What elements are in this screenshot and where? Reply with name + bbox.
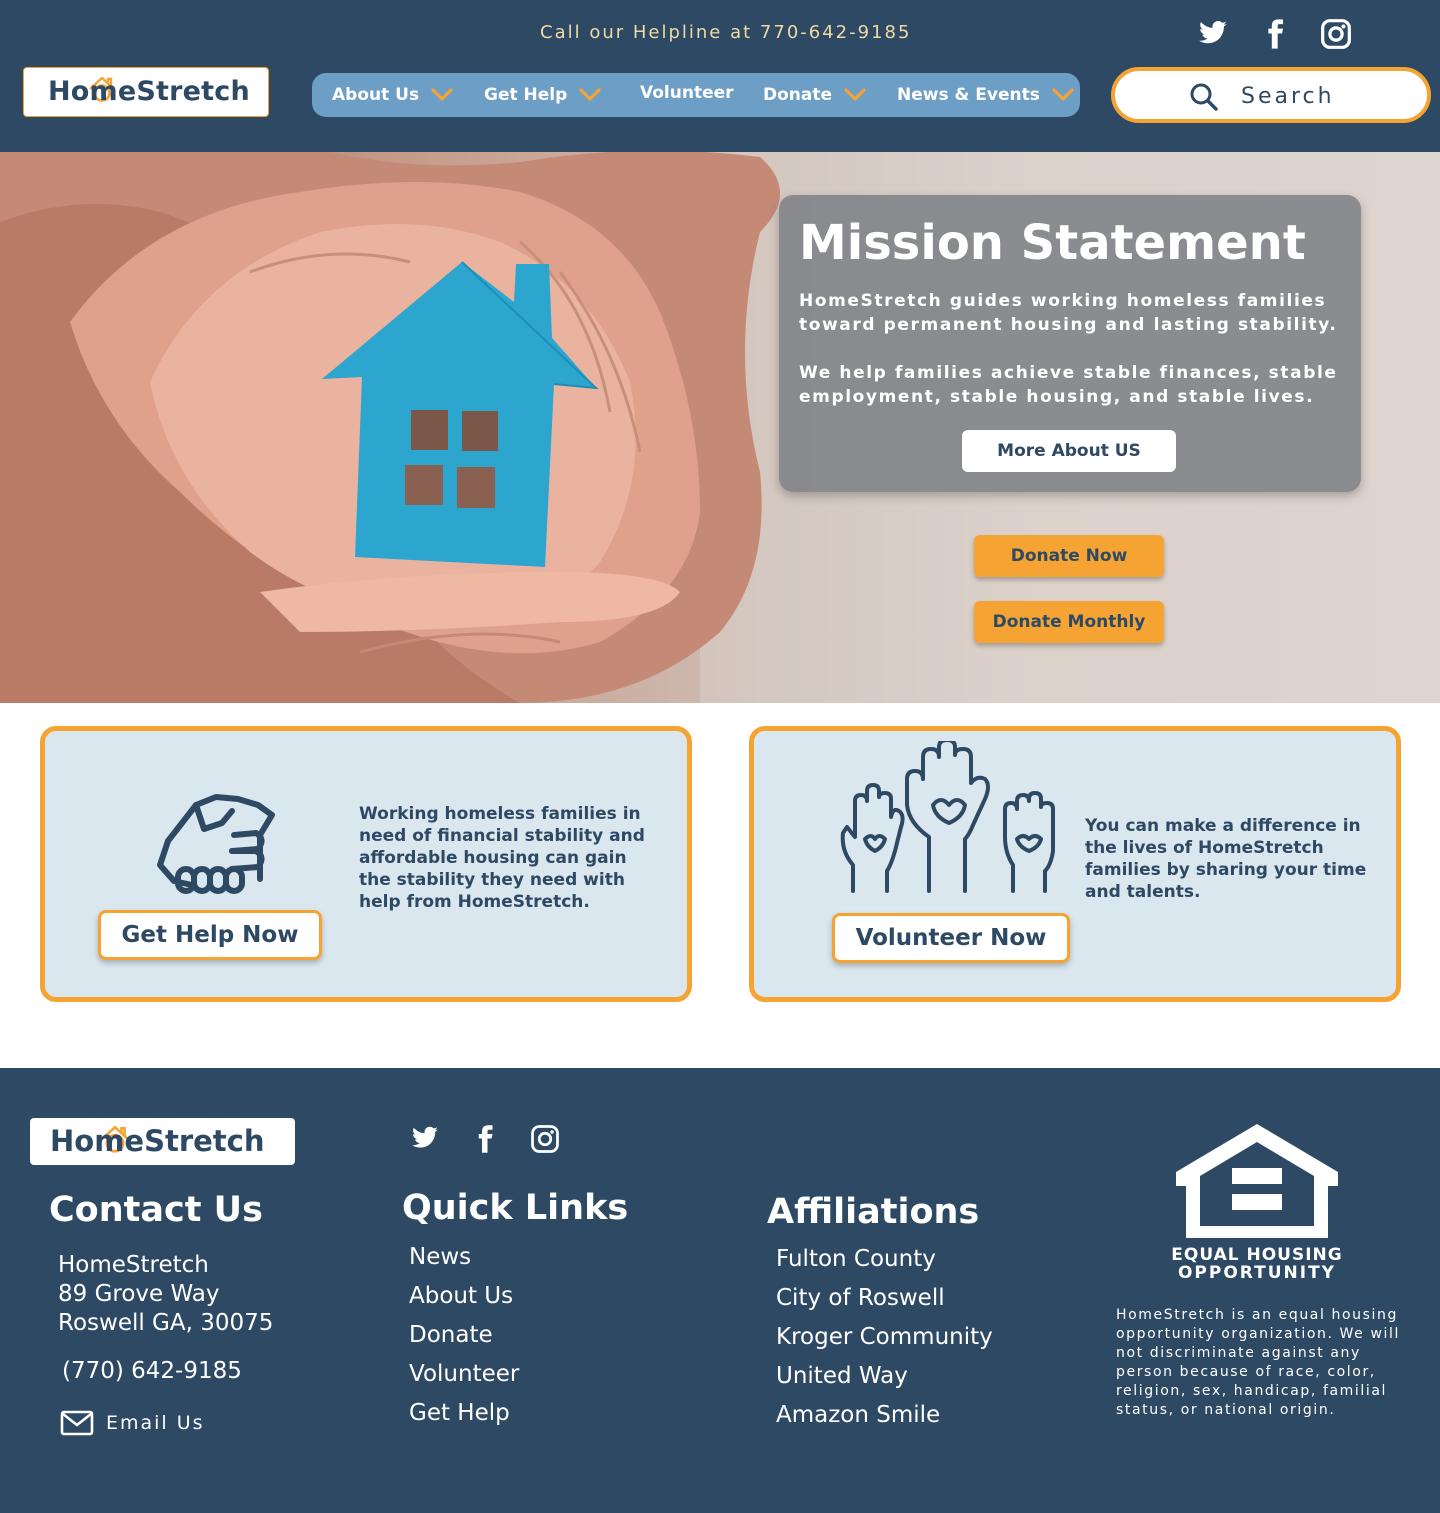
footer-logo-wordmark: HomeStretch: [50, 1124, 265, 1158]
get-help-card: Working homeless families in need of fin…: [40, 726, 692, 1002]
quick-link-volunteer[interactable]: Volunteer: [409, 1361, 519, 1387]
affiliation-city-of-roswell[interactable]: City of Roswell: [776, 1285, 945, 1311]
instagram-icon[interactable]: [1320, 18, 1352, 50]
donate-monthly-button[interactable]: Donate Monthly: [974, 601, 1164, 643]
affiliation-united-way[interactable]: United Way: [776, 1363, 908, 1389]
quick-link-news[interactable]: News: [409, 1244, 471, 1270]
chevron-down-icon: [844, 88, 866, 102]
chevron-down-icon: [579, 88, 601, 102]
hero-banner: Mission Statement HomeStretch guides wor…: [0, 152, 1440, 703]
search-box[interactable]: Search: [1111, 67, 1431, 123]
mission-paragraph-2: We help families achieve stable finances…: [799, 363, 1338, 407]
affiliation-fulton-county[interactable]: Fulton County: [776, 1246, 936, 1272]
mission-paragraph-1: HomeStretch guides working homeless fami…: [799, 291, 1338, 335]
nav-get-help-label: Get Help: [484, 85, 568, 105]
donate-now-button[interactable]: Donate Now: [974, 535, 1164, 577]
logo-wordmark: HomeStretch: [48, 76, 250, 107]
nav-volunteer-label: Volunteer: [640, 83, 734, 103]
contact-street: 89 Grove Way: [58, 1281, 220, 1307]
site-header: Call our Helpline at 770-642-9185 HomeSt…: [0, 0, 1440, 152]
equal-housing-line2: OPPORTUNITY: [1177, 1263, 1336, 1283]
facebook-icon[interactable]: [1258, 18, 1292, 50]
nav-volunteer[interactable]: Volunteer: [640, 71, 734, 115]
nav-get-help[interactable]: Get Help: [484, 73, 601, 117]
nav-donate-label: Donate: [763, 85, 833, 105]
get-help-now-button[interactable]: Get Help Now: [98, 910, 322, 960]
twitter-icon[interactable]: [410, 1124, 440, 1158]
chevron-down-icon: [1052, 88, 1074, 102]
chevron-down-icon: [431, 88, 453, 102]
raised-hands-heart-icon: [840, 741, 1055, 893]
footer-logo[interactable]: HomeStretch: [30, 1118, 295, 1165]
affiliation-amazon-smile[interactable]: Amazon Smile: [776, 1402, 940, 1428]
handshake-icon: [157, 794, 275, 894]
volunteer-card: You can make a difference in the lives o…: [749, 726, 1401, 1002]
helpline-text: Call our Helpline at 770-642-9185: [540, 22, 912, 43]
equal-housing-icon: [1176, 1124, 1338, 1238]
email-us-label: Email Us: [106, 1412, 205, 1434]
more-about-us-button[interactable]: More About US: [962, 430, 1176, 472]
volunteer-description: You can make a difference in the lives o…: [1085, 816, 1367, 902]
facebook-icon[interactable]: [470, 1124, 500, 1158]
nav-news-events[interactable]: News & Events: [897, 73, 1074, 117]
footer-social-links: [410, 1124, 560, 1158]
quick-link-get-help[interactable]: Get Help: [409, 1400, 510, 1426]
email-us-link[interactable]: Email Us: [60, 1408, 205, 1438]
header-social-links: [1196, 18, 1352, 50]
equal-housing-statement: HomeStretch is an equal housing opportun…: [1116, 1307, 1400, 1418]
quick-links-heading: Quick Links: [402, 1188, 629, 1228]
mission-statement-panel: Mission Statement HomeStretch guides wor…: [779, 195, 1361, 492]
site-footer: HomeStretch Contact Us HomeStretch 89 Gr…: [0, 1068, 1440, 1513]
nav-about-us-label: About Us: [332, 85, 420, 105]
header-logo[interactable]: HomeStretch: [23, 67, 269, 117]
contact-name: HomeStretch: [58, 1252, 209, 1278]
twitter-icon[interactable]: [1196, 18, 1230, 50]
get-help-description: Working homeless families in need of fin…: [359, 804, 645, 912]
instagram-icon[interactable]: [530, 1124, 560, 1158]
quick-link-about-us[interactable]: About Us: [409, 1283, 513, 1309]
email-icon: [60, 1410, 94, 1436]
quick-link-donate[interactable]: Donate: [409, 1322, 493, 1348]
search-icon: [1190, 83, 1218, 111]
search-label: Search: [1241, 84, 1335, 109]
nav-donate[interactable]: Donate: [763, 73, 866, 117]
volunteer-now-button[interactable]: Volunteer Now: [832, 913, 1070, 963]
main-nav: About Us Get Help Volunteer Donate News …: [312, 73, 1080, 117]
nav-about-us[interactable]: About Us: [332, 73, 453, 117]
nav-news-events-label: News & Events: [897, 85, 1040, 105]
contact-heading: Contact Us: [49, 1190, 263, 1230]
contact-city: Roswell GA, 30075: [58, 1310, 274, 1336]
affiliation-kroger-community[interactable]: Kroger Community: [776, 1324, 993, 1350]
contact-phone[interactable]: (770) 642-9185: [62, 1358, 242, 1384]
affiliations-heading: Affiliations: [767, 1192, 980, 1232]
mission-title: Mission Statement: [799, 215, 1306, 271]
